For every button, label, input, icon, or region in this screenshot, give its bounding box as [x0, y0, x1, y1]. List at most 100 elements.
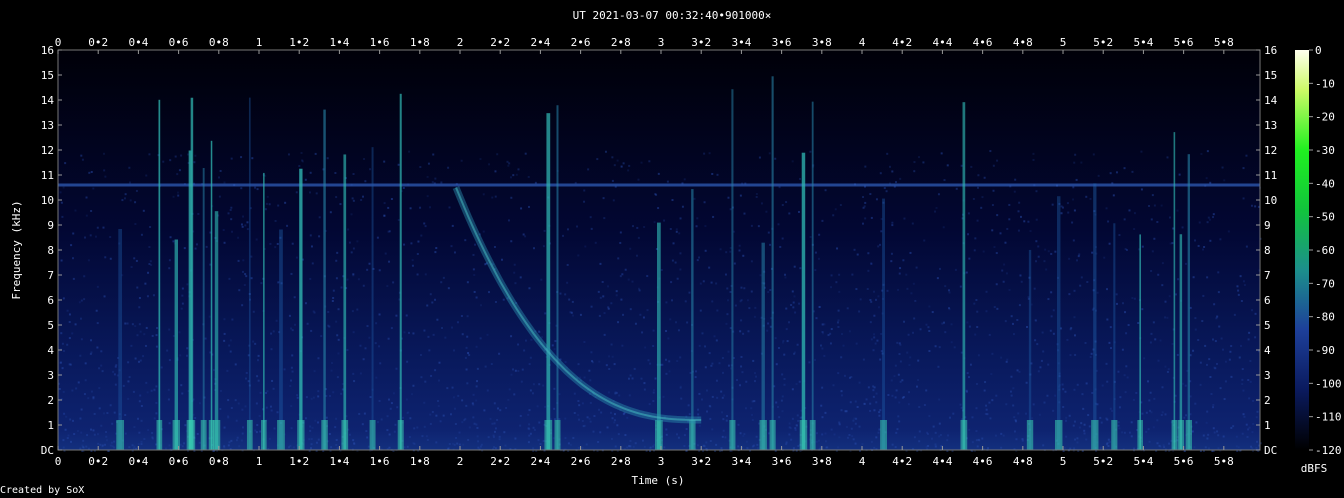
x-tick-label-top: 0•2	[88, 36, 108, 49]
sferic-streak	[174, 239, 179, 450]
y-tick-label-right: 10	[1264, 194, 1277, 207]
sferic-base	[799, 420, 808, 450]
x-tick-label-bottom: 5	[1060, 455, 1067, 468]
sferic-base	[246, 420, 253, 450]
x-tick-label-bottom: 2	[457, 455, 464, 468]
x-tick-label-top: 3	[658, 36, 665, 49]
x-tick-label-bottom: 0•6	[169, 455, 189, 468]
spectrogram-chart: UT 2021-03-07 00:32:40•901000× 0 0•2 0•4 0•…	[10, 9, 1342, 487]
sferic-base	[341, 420, 349, 450]
tone-line	[58, 183, 1260, 187]
sferic-base	[1054, 420, 1063, 450]
x-tick-label-bottom: 3	[658, 455, 665, 468]
sferic-streak	[801, 152, 806, 450]
x-tick-label-top: 5•2	[1093, 36, 1113, 49]
sferic-base	[880, 420, 887, 450]
sox-credit: Created by SoX	[0, 485, 85, 496]
colorbar-ticks: 0 -10 -20 -30 -40 -50 -60 -70 -80 -90 -100 -110 -120	[1309, 44, 1342, 457]
colorbar	[1295, 50, 1309, 450]
x-tick-label-bottom: 2•8	[611, 455, 631, 468]
y-tick-label-right: 3	[1264, 369, 1271, 382]
sferic-streak	[323, 109, 326, 450]
y-tick-label-left: 3	[47, 369, 54, 382]
x-tick-label-bottom: 0	[55, 455, 62, 468]
x-tick-label-top: 3•6	[772, 36, 792, 49]
colorbar-tick-label: -50	[1315, 211, 1335, 224]
sferic-streak	[731, 89, 734, 450]
x-tick-label-top: 2•4	[530, 36, 550, 49]
x-tick-label-bottom: 4•8	[1013, 455, 1033, 468]
sferic-base	[654, 420, 663, 450]
sferic-streak	[691, 189, 694, 451]
chart-title: UT 2021-03-07 00:32:40•901000×	[573, 9, 772, 22]
y-tick-label-left: 9	[47, 219, 54, 232]
sferic-base	[397, 420, 404, 450]
x-tick-label-top: 2	[457, 36, 464, 49]
y-tick-label-right: 5	[1264, 319, 1271, 332]
x-tick-label-top: 2•8	[611, 36, 631, 49]
y-tick-label-left: 10	[41, 194, 54, 207]
x-tick-label-top: 0	[55, 36, 62, 49]
x-tick-label-bottom: 1	[256, 455, 263, 468]
x-tick-label-bottom: 3•6	[772, 455, 792, 468]
x-tick-label-top: 4•2	[892, 36, 912, 49]
sferic-base	[1111, 420, 1118, 450]
sferic-base	[212, 420, 221, 450]
x-tick-label-top: 0•8	[209, 36, 229, 49]
sferic-streak	[882, 198, 885, 450]
y-tick-label-right: 11	[1264, 169, 1277, 182]
y-tick-label-right: 7	[1264, 269, 1271, 282]
sferic-base	[1091, 420, 1099, 450]
y-tick-label-left: 13	[41, 119, 54, 132]
x-tick-label-top: 0•4	[128, 36, 148, 49]
x-tick-label-top: 2•2	[490, 36, 510, 49]
colorbar-tick-label: -120	[1315, 444, 1342, 457]
y-tick-label-left: 15	[41, 69, 54, 82]
sferic-base	[759, 420, 767, 450]
y-tick-label-left: 2	[47, 394, 54, 407]
x-tick-label-top: 5	[1060, 36, 1067, 49]
y-tick-label-left: DC	[41, 444, 54, 457]
sferic-base	[200, 420, 207, 450]
x-tick-label-bottom: 1•4	[329, 455, 349, 468]
colorbar-tick-label: -20	[1315, 111, 1335, 124]
sferic-base	[321, 420, 328, 450]
sferic-streak	[263, 172, 265, 450]
y-tick-label-right: 15	[1264, 69, 1277, 82]
sferic-streak	[343, 154, 347, 450]
sferic-base	[1137, 420, 1143, 450]
x-tick-label-bottom: 5•6	[1174, 455, 1194, 468]
sferic-streak	[1056, 196, 1061, 450]
sferic-streak	[158, 99, 161, 451]
x-tick-label-top: 0•6	[169, 36, 189, 49]
x-tick-label-bottom: 1•2	[289, 455, 309, 468]
x-tick-label-bottom: 3•8	[812, 455, 832, 468]
y-tick-label-right: 13	[1264, 119, 1277, 132]
sferic-base	[1026, 420, 1034, 450]
sferic-base	[188, 420, 196, 450]
sferic-streak	[190, 97, 194, 450]
colorbar-tick-label: -10	[1315, 77, 1335, 90]
y-tick-label-right: 16	[1264, 44, 1277, 57]
sferic-streak	[1173, 132, 1176, 450]
y-tick-label-right: 6	[1264, 294, 1271, 307]
x-tick-label-top: 1	[256, 36, 263, 49]
sferic-base	[769, 420, 776, 450]
x-tick-label-bottom: 5•8	[1214, 455, 1234, 468]
y-tick-label-right: 9	[1264, 219, 1271, 232]
x-tick-label-bottom: 4•6	[973, 455, 993, 468]
sferic-base	[297, 420, 305, 450]
colorbar-tick-label: -60	[1315, 244, 1335, 257]
sferic-streak	[1028, 249, 1032, 450]
sferic-streak	[1113, 223, 1116, 450]
x-tick-label-bottom: 4•4	[932, 455, 952, 468]
sferic-base	[809, 420, 816, 450]
x-tick-label-top: 4•4	[932, 36, 952, 49]
y-tick-label-left: 5	[47, 319, 54, 332]
colorbar-tick-label: -40	[1315, 177, 1335, 190]
sferic-base	[172, 420, 181, 450]
x-tick-label-top: 1•4	[329, 36, 349, 49]
sferic-streak	[1179, 234, 1183, 450]
x-tick-label-bottom: 1•8	[410, 455, 430, 468]
sferic-streak	[299, 168, 303, 450]
